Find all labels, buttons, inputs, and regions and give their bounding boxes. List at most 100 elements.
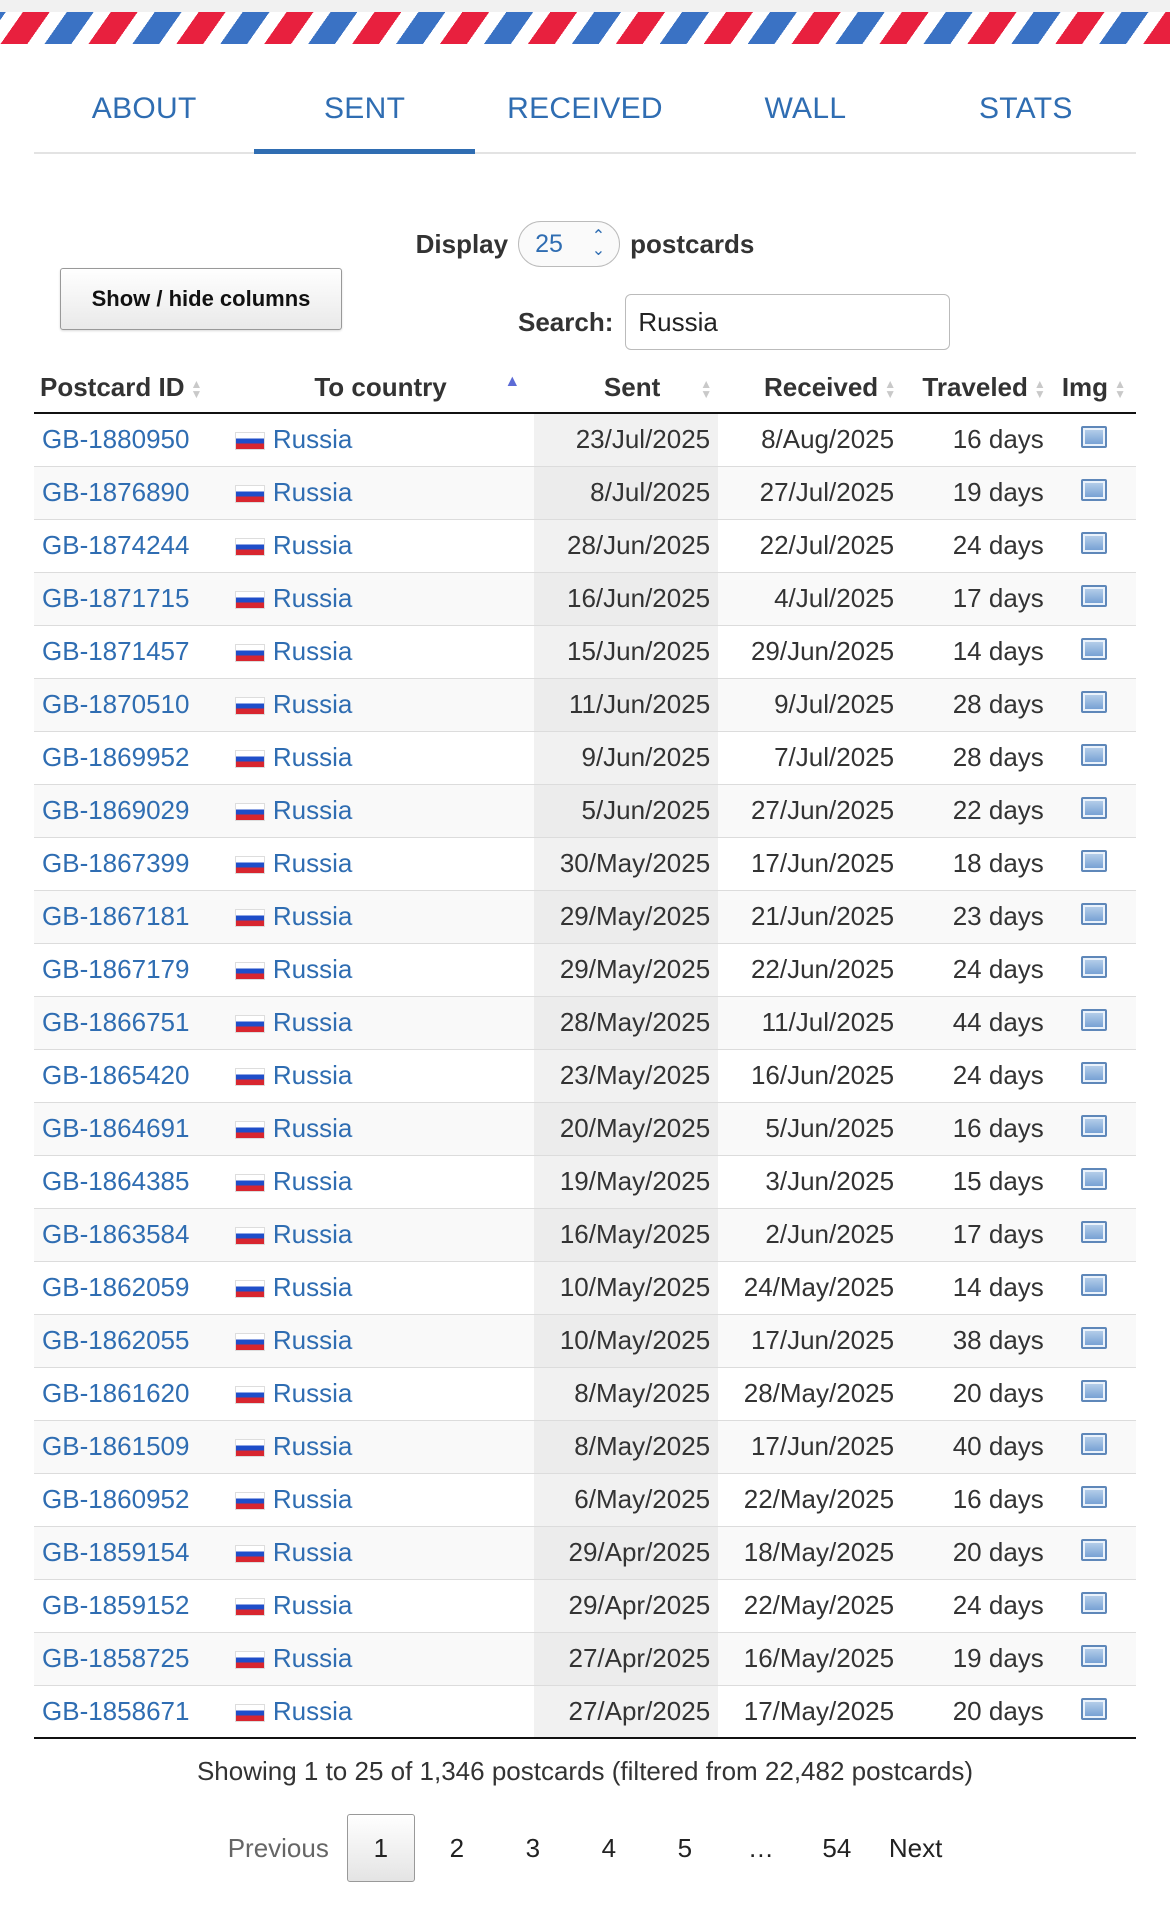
postcard-image-icon[interactable]: [1080, 1539, 1107, 1561]
tab-received[interactable]: RECEIVED: [475, 72, 695, 152]
country-link[interactable]: Russia: [273, 954, 352, 984]
country-link[interactable]: Russia: [273, 1484, 352, 1514]
postcard-id-link[interactable]: GB-1865420: [42, 1060, 189, 1090]
header-sent[interactable]: Sent ▲ ▼: [534, 363, 719, 414]
tab-stats[interactable]: STATS: [916, 72, 1136, 152]
pagination-page-1[interactable]: 1: [346, 1814, 415, 1882]
country-link[interactable]: Russia: [273, 1007, 352, 1037]
postcard-id-link[interactable]: GB-1858671: [42, 1696, 189, 1726]
pagination-page-2[interactable]: 2: [423, 1814, 491, 1882]
country-link[interactable]: Russia: [273, 1431, 352, 1461]
country-link[interactable]: Russia: [273, 1696, 352, 1726]
postcard-id-link[interactable]: GB-1864385: [42, 1166, 189, 1196]
cell-traveled: 20 days: [902, 1526, 1052, 1580]
cell-img: [1051, 1049, 1136, 1103]
postcard-id-link[interactable]: GB-1859152: [42, 1590, 189, 1620]
postcard-image-icon[interactable]: [1080, 850, 1107, 872]
postcard-image-icon[interactable]: [1080, 797, 1107, 819]
postcard-id-link[interactable]: GB-1867399: [42, 848, 189, 878]
pagination-previous-button[interactable]: Previous: [218, 1814, 339, 1882]
country-link[interactable]: Russia: [273, 742, 352, 772]
postcard-id-link[interactable]: GB-1870510: [42, 689, 189, 719]
postcard-id-link[interactable]: GB-1864691: [42, 1113, 189, 1143]
header-postcard-id[interactable]: Postcard ID ▲ ▼: [34, 363, 227, 414]
postcard-id-link[interactable]: GB-1867181: [42, 901, 189, 931]
postcard-image-icon[interactable]: [1080, 1221, 1107, 1243]
postcard-image-icon[interactable]: [1080, 585, 1107, 607]
tab-sent[interactable]: SENT: [254, 72, 476, 154]
postcard-image-icon[interactable]: [1080, 1327, 1107, 1349]
postcard-id-link[interactable]: GB-1876890: [42, 477, 189, 507]
pagination-page-54[interactable]: 54: [803, 1814, 871, 1882]
country-link[interactable]: Russia: [273, 636, 352, 666]
postcard-image-icon[interactable]: [1080, 1433, 1107, 1455]
postcard-id-link[interactable]: GB-1862059: [42, 1272, 189, 1302]
postcard-id-link[interactable]: GB-1867179: [42, 954, 189, 984]
country-link[interactable]: Russia: [273, 1166, 352, 1196]
postcard-image-icon[interactable]: [1080, 638, 1107, 660]
postcard-image-icon[interactable]: [1080, 956, 1107, 978]
postcard-id-link[interactable]: GB-1866751: [42, 1007, 189, 1037]
country-link[interactable]: Russia: [273, 424, 352, 454]
postcard-image-icon[interactable]: [1080, 903, 1107, 925]
postcard-image-icon[interactable]: [1080, 1168, 1107, 1190]
pagination-page-5[interactable]: 5: [651, 1814, 719, 1882]
header-img[interactable]: Img ▲ ▼: [1051, 363, 1136, 414]
cell-received: 27/Jun/2025: [718, 784, 903, 838]
postcard-image-icon[interactable]: [1080, 1486, 1107, 1508]
country-link[interactable]: Russia: [273, 1537, 352, 1567]
tab-about[interactable]: ABOUT: [34, 72, 254, 152]
country-link[interactable]: Russia: [273, 1113, 352, 1143]
country-link[interactable]: Russia: [273, 1325, 352, 1355]
postcard-id-link[interactable]: GB-1861620: [42, 1378, 189, 1408]
postcard-id-link[interactable]: GB-1880950: [42, 424, 189, 454]
postcard-id-link[interactable]: GB-1871457: [42, 636, 189, 666]
postcard-id-link[interactable]: GB-1869029: [42, 795, 189, 825]
show-hide-columns-button[interactable]: Show / hide columns: [60, 268, 342, 330]
country-link[interactable]: Russia: [273, 477, 352, 507]
pagination-page-4[interactable]: 4: [575, 1814, 643, 1882]
search-input[interactable]: [625, 294, 951, 350]
postcard-id-link[interactable]: GB-1869952: [42, 742, 189, 772]
country-link[interactable]: Russia: [273, 1219, 352, 1249]
country-link[interactable]: Russia: [273, 1590, 352, 1620]
postcard-id-link[interactable]: GB-1863584: [42, 1219, 189, 1249]
postcard-image-icon[interactable]: [1080, 1645, 1107, 1667]
postcard-id-link[interactable]: GB-1874244: [42, 530, 189, 560]
header-received[interactable]: Received ▲ ▼: [718, 363, 903, 414]
postcard-id-link[interactable]: GB-1871715: [42, 583, 189, 613]
page-length-select[interactable]: 25 ⌃ ⌄: [518, 221, 621, 267]
postcard-image-icon[interactable]: [1080, 426, 1107, 449]
pagination-next-button[interactable]: Next: [879, 1814, 952, 1882]
postcard-id-link[interactable]: GB-1862055: [42, 1325, 189, 1355]
country-link[interactable]: Russia: [273, 583, 352, 613]
postcard-id-link[interactable]: GB-1859154: [42, 1537, 189, 1567]
country-link[interactable]: Russia: [273, 1643, 352, 1673]
postcard-image-icon[interactable]: [1080, 1115, 1107, 1137]
postcard-image-icon[interactable]: [1080, 532, 1107, 554]
postcard-image-icon[interactable]: [1080, 744, 1107, 766]
header-to-country[interactable]: To country ▲: [226, 363, 535, 414]
country-link[interactable]: Russia: [273, 689, 352, 719]
postcard-id-link[interactable]: GB-1858725: [42, 1643, 189, 1673]
postcard-id-link[interactable]: GB-1861509: [42, 1431, 189, 1461]
country-link[interactable]: Russia: [273, 795, 352, 825]
country-link[interactable]: Russia: [273, 1378, 352, 1408]
country-link[interactable]: Russia: [273, 848, 352, 878]
country-link[interactable]: Russia: [273, 1272, 352, 1302]
tab-wall[interactable]: WALL: [695, 72, 915, 152]
postcard-image-icon[interactable]: [1080, 479, 1107, 501]
country-link[interactable]: Russia: [273, 901, 352, 931]
country-link[interactable]: Russia: [273, 530, 352, 560]
header-traveled[interactable]: Traveled ▲ ▼: [902, 363, 1052, 414]
postcard-image-icon[interactable]: [1080, 1062, 1107, 1084]
country-link[interactable]: Russia: [273, 1060, 352, 1090]
postcard-image-icon[interactable]: [1080, 1697, 1107, 1720]
postcard-id-link[interactable]: GB-1860952: [42, 1484, 189, 1514]
postcard-image-icon[interactable]: [1080, 1009, 1107, 1031]
postcard-image-icon[interactable]: [1080, 1592, 1107, 1614]
postcard-image-icon[interactable]: [1080, 1380, 1107, 1402]
postcard-image-icon[interactable]: [1080, 1274, 1107, 1296]
pagination-page-3[interactable]: 3: [499, 1814, 567, 1882]
postcard-image-icon[interactable]: [1080, 691, 1107, 713]
